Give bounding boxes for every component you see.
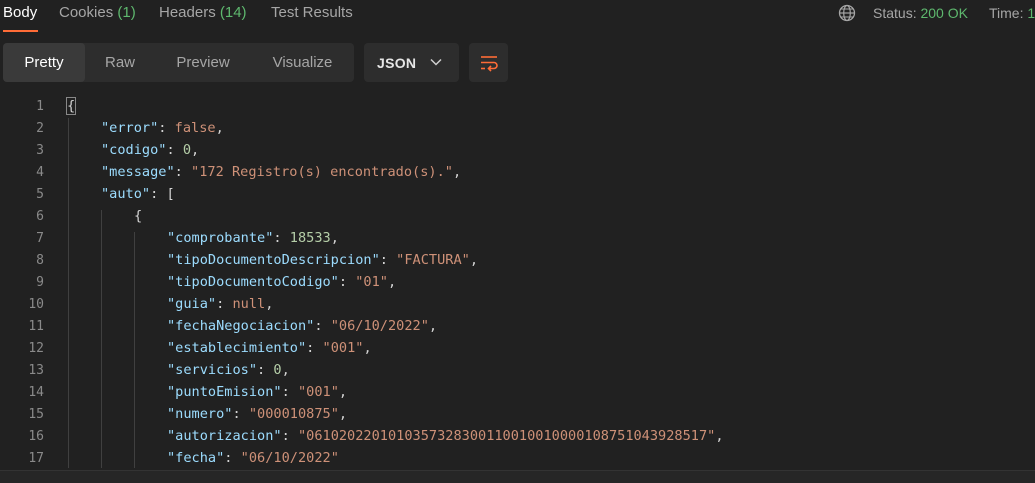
view-pretty-button[interactable]: Pretty bbox=[3, 43, 85, 82]
code-text: "auto": [ bbox=[101, 186, 175, 202]
view-visualize-button[interactable]: Visualize bbox=[251, 43, 354, 82]
code-line: 15 "numero": "000010875", bbox=[0, 404, 1035, 426]
view-mode-selector: Pretty Raw Preview Visualize bbox=[3, 43, 354, 82]
format-dropdown[interactable]: JSON bbox=[364, 43, 459, 82]
code-line: 13 "servicios": 0, bbox=[0, 360, 1035, 382]
tab-cookies[interactable]: Cookies (1) bbox=[59, 4, 136, 21]
response-tabs: Body Cookies (1) Headers (14) Test Resul… bbox=[0, 0, 1035, 32]
code-text: "comprobante": 18533, bbox=[167, 230, 339, 246]
tab-cookies-count: (1) bbox=[117, 4, 136, 21]
tab-body[interactable]: Body bbox=[3, 4, 37, 21]
line-number: 3 bbox=[36, 143, 44, 158]
tab-test-results-label: Test Results bbox=[271, 4, 353, 21]
line-number: 5 bbox=[36, 187, 44, 202]
code-line: 1 { bbox=[0, 96, 1035, 118]
code-line: 7 "comprobante": 18533, bbox=[0, 228, 1035, 250]
active-tab-indicator bbox=[3, 30, 38, 32]
code-line: 17 "fecha": "06/10/2022" bbox=[0, 448, 1035, 468]
status-value: 200 OK bbox=[920, 5, 968, 21]
code-text: "guia": null, bbox=[167, 296, 274, 312]
time-value: 1 bbox=[1027, 5, 1035, 21]
tab-headers[interactable]: Headers (14) bbox=[159, 4, 247, 21]
view-preview-button[interactable]: Preview bbox=[155, 43, 251, 82]
code-line: 14 "puntoEmision": "001", bbox=[0, 382, 1035, 404]
tab-headers-count: (14) bbox=[219, 4, 247, 21]
chevron-down-icon bbox=[430, 58, 442, 66]
line-number: 12 bbox=[28, 341, 44, 356]
response-body-editor[interactable]: 1 { 2 "error": false, 3 "codigo": 0, 4 "… bbox=[0, 96, 1035, 468]
tab-headers-label: Headers bbox=[159, 4, 216, 21]
code-line: 8 "tipoDocumentoDescripcion": "FACTURA", bbox=[0, 250, 1035, 272]
wrap-lines-button[interactable] bbox=[469, 43, 508, 82]
line-number: 8 bbox=[36, 253, 44, 268]
line-number: 15 bbox=[28, 407, 44, 422]
line-number: 7 bbox=[36, 231, 44, 246]
tab-test-results[interactable]: Test Results bbox=[271, 4, 353, 21]
code-line: 6 { bbox=[0, 206, 1035, 228]
code-text: { bbox=[65, 97, 77, 115]
line-number: 13 bbox=[28, 363, 44, 378]
tab-cookies-label: Cookies bbox=[59, 4, 114, 21]
line-number: 16 bbox=[28, 429, 44, 444]
code-text: { bbox=[134, 208, 143, 224]
time-indicator[interactable]: Time: 1 bbox=[989, 5, 1035, 21]
code-text: "fecha": "06/10/2022" bbox=[167, 450, 339, 466]
line-number: 4 bbox=[36, 165, 44, 180]
code-line: 10 "guia": null, bbox=[0, 294, 1035, 316]
wrap-lines-icon bbox=[481, 56, 498, 72]
code-text: "autorizacion": "06102022010103573283001… bbox=[167, 428, 724, 444]
code-text: "numero": "000010875", bbox=[167, 406, 348, 422]
code-line: 12 "establecimiento": "001", bbox=[0, 338, 1035, 360]
line-number: 9 bbox=[36, 275, 44, 290]
code-text: "message": "172 Registro(s) encontrado(s… bbox=[101, 164, 462, 180]
code-text: "puntoEmision": "001", bbox=[167, 384, 348, 400]
tab-body-label: Body bbox=[3, 4, 38, 21]
code-line: 9 "tipoDocumentoCodigo": "01", bbox=[0, 272, 1035, 294]
line-number: 1 bbox=[36, 99, 44, 114]
status-label: Status: bbox=[873, 5, 917, 21]
horizontal-scrollbar[interactable] bbox=[0, 470, 1035, 483]
status-indicator[interactable]: Status: 200 OK bbox=[873, 5, 968, 21]
line-number: 11 bbox=[28, 319, 44, 334]
code-text: "tipoDocumentoCodigo": "01", bbox=[167, 274, 397, 290]
code-line: 16 "autorizacion": "06102022010103573283… bbox=[0, 426, 1035, 448]
code-line: 3 "codigo": 0, bbox=[0, 140, 1035, 162]
code-line: 5 "auto": [ bbox=[0, 184, 1035, 206]
line-number: 6 bbox=[36, 209, 44, 224]
code-text: "error": false, bbox=[101, 120, 224, 136]
time-label: Time: bbox=[989, 5, 1024, 21]
line-number: 2 bbox=[36, 121, 44, 136]
code-line: 4 "message": "172 Registro(s) encontrado… bbox=[0, 162, 1035, 184]
line-number: 14 bbox=[28, 385, 44, 400]
code-line: 11 "fechaNegociacion": "06/10/2022", bbox=[0, 316, 1035, 338]
code-text: "servicios": 0, bbox=[167, 362, 290, 378]
code-line: 2 "error": false, bbox=[0, 118, 1035, 140]
code-token: { bbox=[65, 97, 77, 115]
code-text: "tipoDocumentoDescripcion": "FACTURA", bbox=[167, 252, 479, 268]
format-dropdown-label: JSON bbox=[377, 55, 417, 71]
code-text: "fechaNegociacion": "06/10/2022", bbox=[167, 318, 438, 334]
code-text: "establecimiento": "001", bbox=[167, 340, 372, 356]
view-raw-button[interactable]: Raw bbox=[85, 43, 155, 82]
line-number: 10 bbox=[28, 297, 44, 312]
code-text: "codigo": 0, bbox=[101, 142, 200, 158]
line-number: 17 bbox=[28, 451, 44, 466]
globe-icon[interactable] bbox=[838, 4, 856, 22]
